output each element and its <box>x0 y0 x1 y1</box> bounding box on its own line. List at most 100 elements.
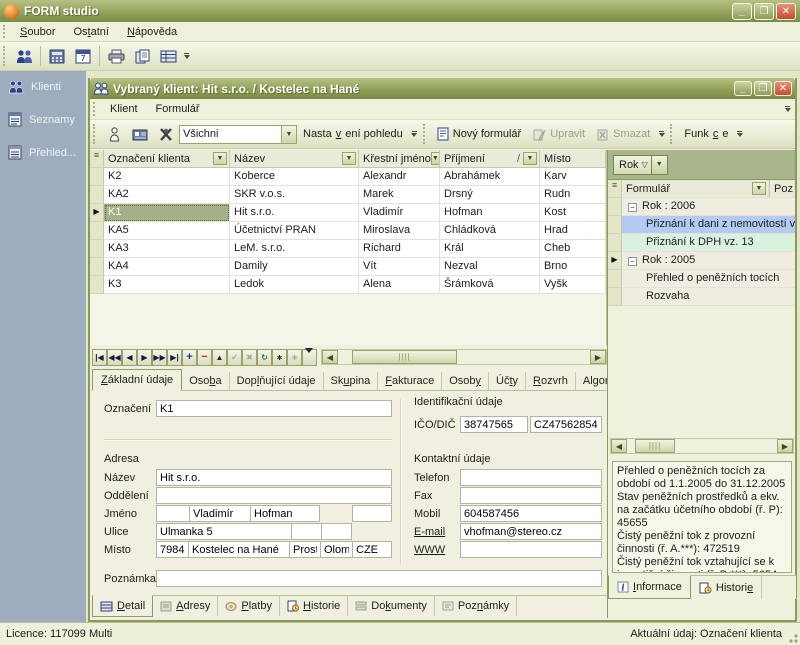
new-form-button[interactable]: Nový formulář <box>431 124 527 144</box>
collapse-icon[interactable]: − <box>628 203 637 212</box>
jmeno-last-input[interactable] <box>250 505 320 522</box>
jmeno-suffix-input[interactable] <box>352 505 392 522</box>
nav-next-page-button[interactable]: ▶▶ <box>152 349 167 366</box>
tree-group-row[interactable]: −Rok : 2006 <box>608 198 795 216</box>
nav-delete-button[interactable]: − <box>197 349 212 366</box>
calculator-toolbar-button[interactable] <box>45 45 69 68</box>
scroll-left-icon[interactable]: ◀ <box>611 439 627 453</box>
toolbar-overflow-button[interactable] <box>181 45 192 68</box>
column-filter-button[interactable]: ▼ <box>752 182 766 195</box>
scroll-left-icon[interactable]: ◀ <box>322 350 338 364</box>
group-by-rok-chip[interactable]: Rok ▽ ▼ <box>613 155 668 175</box>
new-client-button[interactable] <box>102 123 126 146</box>
www-input[interactable] <box>460 541 602 558</box>
table-row[interactable]: KA5 Účetnictví PRAN Miroslava Chládková … <box>90 222 606 240</box>
nazev-input[interactable] <box>156 469 392 486</box>
column-header-formular[interactable]: Formulář▼ <box>622 180 769 198</box>
table-row[interactable]: KA3 LeM. s.r.o. Richard Král Cheb <box>90 240 606 258</box>
column-header-prijmeni[interactable]: Příjmení/▼ <box>440 150 540 168</box>
nav-next-button[interactable]: ▶ <box>137 349 152 366</box>
kraj-input[interactable] <box>320 541 353 558</box>
nav-edit-button[interactable]: ▲ <box>212 349 227 366</box>
nav-search-button[interactable]: ∗ <box>272 349 287 366</box>
column-filter-button[interactable]: ▼ <box>342 152 356 165</box>
tab-ucty[interactable]: Účty <box>489 372 526 390</box>
psc-input[interactable] <box>156 541 189 558</box>
chevron-down-icon[interactable]: ▼ <box>281 126 296 143</box>
delete-form-button[interactable]: Smazat <box>591 125 656 144</box>
oznaceni-input[interactable] <box>156 400 392 417</box>
dic-input[interactable] <box>530 416 602 433</box>
client-close-button[interactable]: ✕ <box>774 81 792 96</box>
tab-osoba[interactable]: Osoba <box>182 372 229 390</box>
view-settings-button[interactable]: Nastavení pohledu <box>297 125 409 143</box>
sidebar-item-seznamy[interactable]: Seznamy <box>0 103 86 136</box>
scrollbar-thumb[interactable] <box>635 439 675 453</box>
okres-input[interactable] <box>289 541 321 558</box>
ulice-num2-input[interactable] <box>321 523 352 540</box>
view-filter-combobox[interactable]: Všichni ▼ <box>179 125 297 144</box>
tab-platby[interactable]: Platby <box>218 596 280 616</box>
client-maximize-button[interactable]: ❐ <box>754 81 772 96</box>
oddeleni-input[interactable] <box>156 487 392 504</box>
tab-doplnujici-udaje[interactable]: Doplňující údaje <box>230 372 324 390</box>
edit-form-button[interactable]: Upravit <box>527 125 591 144</box>
jmeno-title-input[interactable] <box>156 505 190 522</box>
table-row[interactable]: K3 Ledok Alena Šrámková Vyšk <box>90 276 606 294</box>
tab-fakturace[interactable]: Fakturace <box>378 372 442 390</box>
functions-button[interactable]: Funkce <box>678 125 734 143</box>
column-filter-button[interactable]: ▼ <box>213 152 227 165</box>
tab-historie[interactable]: Historie <box>280 596 348 616</box>
tab-informace[interactable]: i Informace <box>608 575 691 599</box>
forms-horizontal-scrollbar[interactable]: ◀ ▶ <box>610 438 794 454</box>
tab-zakladni-udaje[interactable]: Základní údaje <box>92 369 182 391</box>
tree-item-row[interactable]: Přiznání k DPH vz. 13 <box>608 234 795 252</box>
column-header-poz[interactable]: Poz <box>769 180 795 198</box>
scroll-right-icon[interactable]: ▶ <box>777 439 793 453</box>
nav-prior-page-button[interactable]: ◀◀ <box>107 349 122 366</box>
grid-horizontal-scrollbar[interactable]: ◀ ▶ <box>321 349 607 365</box>
client-minimize-button[interactable]: _ <box>734 81 752 96</box>
tab-rozvrh[interactable]: Rozvrh <box>526 372 576 390</box>
client-card-button[interactable] <box>128 123 152 146</box>
nav-prior-button[interactable]: ◀ <box>122 349 137 366</box>
tree-group-row-current[interactable]: ▶ −Rok : 2005 <box>608 252 795 270</box>
print-toolbar-button[interactable] <box>104 45 128 68</box>
maximize-button[interactable]: ❐ <box>754 3 774 20</box>
table-row[interactable]: KA4 Damily Vít Nezval Brno <box>90 258 606 276</box>
menu-soubor[interactable]: Soubor <box>11 23 64 41</box>
toolbar-overflow-button[interactable] <box>656 123 667 146</box>
calendar-toolbar-button[interactable]: 7 <box>71 45 95 68</box>
nav-search-next-button[interactable]: ∗ <box>287 349 302 366</box>
delete-client-button[interactable] <box>154 123 178 146</box>
tab-poznamky[interactable]: Poznámky <box>435 596 517 616</box>
minimize-button[interactable]: _ <box>732 3 752 20</box>
column-filter-button[interactable]: ▼ <box>523 152 537 165</box>
nav-filter-button[interactable] <box>302 349 317 366</box>
table-row[interactable]: K2 Koberce Alexandr Abrahámek Karv <box>90 168 606 186</box>
tab-historie-panel[interactable]: Historie <box>691 576 762 599</box>
close-button[interactable]: ✕ <box>776 3 796 20</box>
ico-input[interactable] <box>460 416 528 433</box>
table-row[interactable]: KA2 SKR v.o.s. Marek Drsný Rudn <box>90 186 606 204</box>
nav-first-button[interactable]: |◀ <box>92 349 107 366</box>
poznamka-input[interactable] <box>156 570 602 587</box>
ulice-num1-input[interactable] <box>291 523 322 540</box>
copy-toolbar-button[interactable] <box>130 45 154 68</box>
tab-dokumenty[interactable]: Dokumenty <box>348 596 435 616</box>
column-filter-button[interactable]: ▼ <box>431 152 440 165</box>
menu-klient[interactable]: Klient <box>101 100 147 118</box>
menu-napoveda[interactable]: Nápověda <box>118 23 186 41</box>
stat-input[interactable] <box>352 541 392 558</box>
scroll-right-icon[interactable]: ▶ <box>590 350 606 364</box>
fax-input[interactable] <box>460 487 602 504</box>
sidebar-item-prehled[interactable]: Přehled... <box>0 136 86 169</box>
column-header-krestni[interactable]: Křestní jméno▼ <box>359 150 440 168</box>
tree-item-row[interactable]: Přehled o peněžních tocích <box>608 270 795 288</box>
nav-refresh-button[interactable]: ↻ <box>257 349 272 366</box>
toolbar-overflow-button[interactable] <box>734 123 745 146</box>
mobil-input[interactable] <box>460 505 602 522</box>
menu-formular[interactable]: Formulář <box>147 100 209 118</box>
nav-insert-button[interactable]: + <box>182 349 197 366</box>
column-header-oznaceni[interactable]: Označení klienta▼ <box>104 150 230 168</box>
